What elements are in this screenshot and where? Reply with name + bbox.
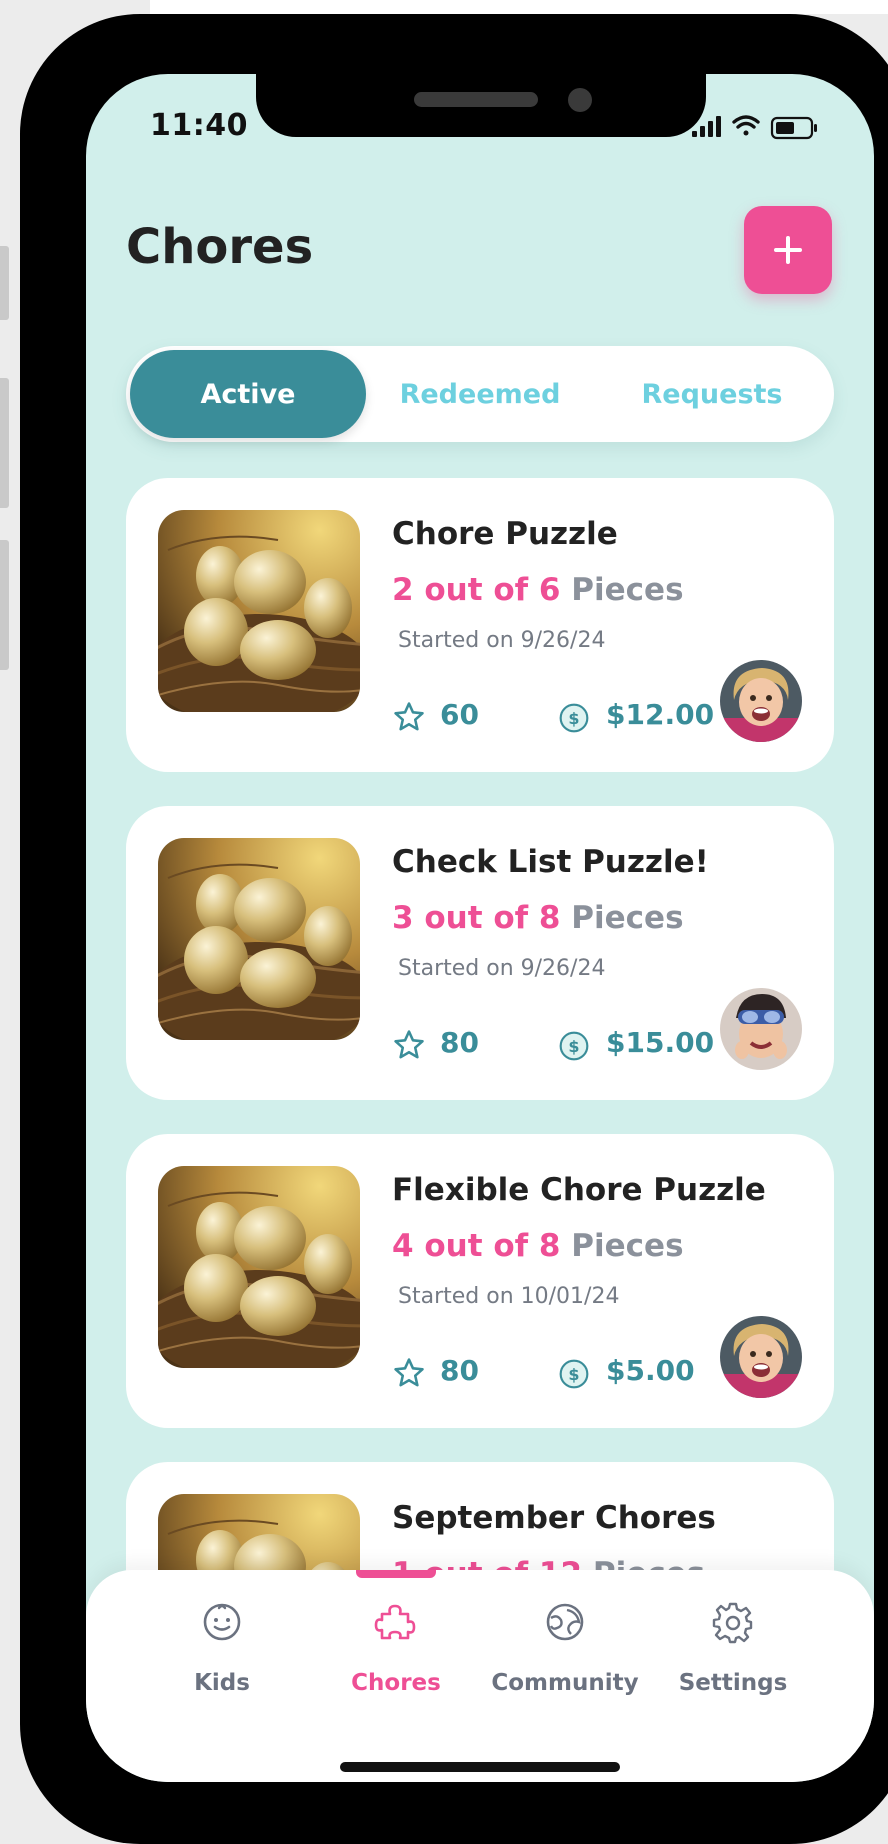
dollar-coin-icon — [558, 702, 590, 734]
add-chore-button[interactable] — [744, 206, 832, 294]
tab-active[interactable]: Active — [130, 350, 366, 438]
page-title: Chores — [126, 219, 314, 275]
progress-unit: Pieces — [571, 572, 684, 608]
front-camera — [568, 88, 592, 112]
home-indicator[interactable] — [340, 1762, 620, 1772]
gear-icon — [712, 1602, 753, 1644]
chore-puzzle-image — [158, 510, 360, 712]
tab-requests[interactable]: Requests — [594, 350, 830, 438]
chore-reward-amount: $12.00 — [606, 698, 715, 731]
nav-label: Settings — [678, 1670, 788, 1696]
chore-status-tabs: Active Redeemed Requests — [126, 346, 834, 442]
chore-puzzle-image — [158, 1166, 360, 1368]
speaker-grille — [414, 92, 538, 107]
chore-progress: 4 out of 8 Pieces — [392, 1228, 684, 1264]
chore-start-date: Started on 9/26/24 — [398, 956, 606, 981]
progress-unit: Pieces — [571, 1228, 684, 1264]
plus-icon — [774, 236, 802, 264]
battery-icon — [770, 116, 817, 140]
chore-progress: 3 out of 8 Pieces — [392, 900, 684, 936]
nav-label: Kids — [194, 1670, 250, 1696]
chore-card[interactable]: Flexible Chore Puzzle 4 out of 8 Pieces … — [126, 1134, 834, 1428]
chore-reward-amount: $5.00 — [606, 1354, 695, 1387]
chore-progress: 2 out of 6 Pieces — [392, 572, 684, 608]
chore-reward-amount: $15.00 — [606, 1026, 715, 1059]
signal-icon — [692, 116, 721, 137]
progress-count: 2 out of 6 — [392, 572, 561, 608]
nav-label: Community — [491, 1670, 639, 1696]
wifi-icon — [732, 115, 760, 136]
kid-avatar[interactable] — [720, 988, 802, 1070]
nav-item-community[interactable]: Community — [480, 1600, 650, 1696]
chore-puzzle-image — [158, 838, 360, 1040]
chore-card[interactable]: Check List Puzzle! 3 out of 8 Pieces Sta… — [126, 806, 834, 1100]
chore-start-date: Started on 9/26/24 — [398, 628, 606, 653]
app-screen: 11:40 Chores Active Redeemed Requests Ch… — [86, 74, 874, 1782]
puzzle-piece-icon — [374, 1604, 416, 1640]
chore-points: 80 — [440, 1026, 479, 1059]
nav-label: Chores — [351, 1670, 441, 1696]
nav-item-kids[interactable]: Kids — [137, 1600, 307, 1696]
volume-down-button — [0, 540, 9, 670]
chore-card[interactable]: Chore Puzzle 2 out of 6 Pieces Started o… — [126, 478, 834, 772]
smiley-face-icon — [203, 1603, 241, 1641]
tab-redeemed[interactable]: Redeemed — [362, 350, 598, 438]
active-tab-indicator — [356, 1570, 436, 1578]
chore-points: 60 — [440, 698, 479, 731]
chore-title: Flexible Chore Puzzle — [392, 1172, 766, 1208]
kid-avatar[interactable] — [720, 660, 802, 742]
nav-item-settings[interactable]: Settings — [648, 1600, 818, 1696]
dollar-coin-icon — [558, 1030, 590, 1062]
star-icon — [392, 1356, 426, 1390]
chore-title: September Chores — [392, 1500, 716, 1536]
chore-title: Check List Puzzle! — [392, 844, 709, 880]
progress-unit: Pieces — [571, 900, 684, 936]
chore-points: 80 — [440, 1354, 479, 1387]
bottom-navigation: Kids Chores Community Settings — [86, 1570, 874, 1782]
chore-title: Chore Puzzle — [392, 516, 618, 552]
volume-up-button — [0, 378, 9, 508]
globe-icon — [546, 1603, 584, 1641]
kid-avatar[interactable] — [720, 1316, 802, 1398]
background-panel — [150, 0, 888, 14]
status-icons — [692, 115, 817, 140]
chore-start-date: Started on 10/01/24 — [398, 1284, 620, 1309]
notch — [256, 74, 706, 137]
nav-item-chores[interactable]: Chores — [311, 1600, 481, 1696]
star-icon — [392, 1028, 426, 1062]
status-time: 11:40 — [150, 108, 248, 143]
phone-frame: 11:40 Chores Active Redeemed Requests Ch… — [20, 14, 888, 1844]
progress-count: 4 out of 8 — [392, 1228, 561, 1264]
dollar-coin-icon — [558, 1358, 590, 1390]
star-icon — [392, 700, 426, 734]
progress-count: 3 out of 8 — [392, 900, 561, 936]
mute-switch — [0, 246, 9, 320]
